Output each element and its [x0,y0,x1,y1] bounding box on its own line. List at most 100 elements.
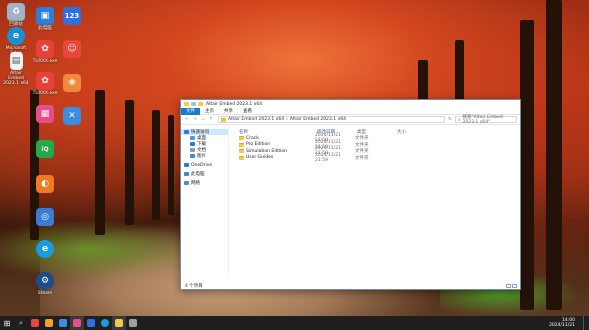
download-icon [190,142,195,146]
file-name: Simulation Edition [246,148,287,154]
file-explorer-window: Altair Embed 2023.1 x64 文件 主页 共享 查看 ← → … [180,99,521,290]
app-icon: ✿ [36,40,54,58]
show-desktop-button[interactable] [583,316,589,330]
desktop-icon-label: TUXXX.exe [32,91,58,96]
desktop-icon-this-pc[interactable]: ▣ 此电脑 [30,7,60,31]
picture-icon [190,154,195,158]
address-bar[interactable]: Altair Embed 2023.1 x64 › Altair Embed 2… [218,116,445,123]
taskbar-app[interactable] [98,316,112,330]
chevron-right-icon: › [286,117,288,122]
large-icons-view-icon[interactable] [512,283,517,288]
wallpaper-tree-trunk [546,0,562,310]
taskbar-file-explorer[interactable] [112,316,126,330]
address-bar-row: ← → ⌄ ↑ Altair Embed 2023.1 x64 › Altair… [181,115,520,125]
app-icon: ✿ [36,72,54,90]
wallpaper-tree-trunk [520,20,534,310]
wallpaper-tree-trunk [152,110,160,220]
chevron-down-icon[interactable]: ⌄ [200,117,206,122]
taskbar-app[interactable] [126,316,140,330]
wallpaper-tree-trunk [95,90,105,235]
file-type: 文件夹 [355,136,369,142]
up-icon[interactable]: ↑ [208,117,214,122]
tab-file[interactable]: 文件 [181,107,200,115]
computer-icon: ▣ [36,7,54,25]
taskbar-app[interactable] [70,316,84,330]
new-folder-icon[interactable] [198,102,203,106]
taskbar-search[interactable]: ⌕ [14,316,28,330]
breadcrumb-item[interactable]: Altair Embed 2023.1 x64 [228,117,284,122]
app-icon: ◐ [36,175,54,193]
taskbar-app[interactable] [42,316,56,330]
window-title: Altair Embed 2023.1 x64 [206,101,263,107]
file-name: Pro Edition [246,142,271,148]
app-icon [73,319,81,327]
refresh-icon[interactable]: ↻ [447,117,453,122]
tab-view[interactable]: 查看 [238,108,257,115]
desktop-icon-recycle-bin[interactable]: ♻ 回收站 [1,3,31,27]
folder-icon [239,155,244,160]
steam-icon: ⚙ [36,272,54,290]
taskbar: ⊞ ⌕ 14:00 2024/11/21 [0,316,589,330]
desktop-icon-tuxxx-2[interactable]: ✿ TUXXX.exe [30,72,60,96]
app-icon: ☺ [63,40,81,58]
app-icon: 123 [63,7,81,25]
app-icon [101,319,109,327]
file-row[interactable]: User Guides 2024/11/21 21:59 文件夹 [237,152,520,163]
file-type: 文件夹 [355,155,369,161]
back-icon[interactable]: ← [184,117,190,122]
view-switcher [506,283,517,288]
star-icon [184,130,189,134]
desktop-icon-altair-embed[interactable]: ▤ Altair Embed 2023.1 x64 [1,52,31,86]
nav-item-label: 图片 [197,154,206,159]
column-header-type[interactable]: 类型 [357,129,397,135]
app-icon: ▦ [36,105,54,123]
desktop-icon [190,136,195,140]
nav-item-network[interactable]: 网络 [181,180,228,186]
taskbar-app[interactable] [28,316,42,330]
network-icon [184,181,189,185]
desktop-icon-app[interactable]: ☺ [57,40,87,58]
tab-home[interactable]: 主页 [200,108,219,115]
forward-icon[interactable]: → [192,117,198,122]
iqiyi-icon: iQ [36,140,54,158]
folder-icon [239,136,244,141]
app-icon [129,319,137,327]
start-button[interactable]: ⊞ [0,316,14,330]
app-icon [31,319,39,327]
column-header-name[interactable]: 名称 [237,129,317,135]
save-icon[interactable] [191,102,196,106]
folder-icon [184,102,189,106]
desktop-icon-app[interactable]: ▦ [30,105,60,123]
desktop-icon-iqiyi[interactable]: iQ [30,140,60,158]
desktop-icon-label: 此电脑 [38,26,52,31]
app-icon: ✕ [63,107,81,125]
desktop-icon-123[interactable]: 123 [57,7,87,25]
desktop-icon-app[interactable]: ◐ [30,175,60,193]
taskbar-app[interactable] [56,316,70,330]
desktop-icon-label: TUXXX.exe [32,59,58,64]
nav-item-label: 网络 [191,181,200,186]
file-list: 名称 修改日期 类型 大小 Crack 2024/11/21 21:59 文件夹… [229,125,520,277]
file-icon: ▤ [9,52,23,70]
start-icon: ⊞ [3,318,11,328]
search-icon: ⌕ [19,318,23,327]
desktop-icon-app[interactable]: ✕ [57,107,87,125]
app-icon [59,319,67,327]
search-input[interactable]: ⌕ 搜索"Altair Embed 2023.1 x64" [455,115,517,125]
file-date: 2024/11/21 21:59 [315,152,341,163]
desktop-icon-ie[interactable]: e [30,240,60,258]
breadcrumb-item[interactable]: Altair Embed 2023.1 x64 [290,117,346,122]
details-view-icon[interactable] [506,283,511,288]
item-count: 4 个项目 [185,283,203,289]
taskbar-app[interactable] [84,316,98,330]
folder-icon [239,149,244,154]
folder-icon [221,117,226,122]
desktop-icon-tuxxx[interactable]: ✿ TUXXX.exe [30,40,60,64]
desktop-icon-app[interactable]: ❀ [57,74,87,92]
column-header-size[interactable]: 大小 [397,129,427,135]
desktop-icon-steam[interactable]: ⚙ Steam [30,272,60,296]
tab-share[interactable]: 共享 [219,108,238,115]
cloud-icon [184,163,189,167]
system-clock[interactable]: 14:00 2024/11/21 [549,318,583,328]
desktop-icon-app[interactable]: ◎ [30,208,60,226]
